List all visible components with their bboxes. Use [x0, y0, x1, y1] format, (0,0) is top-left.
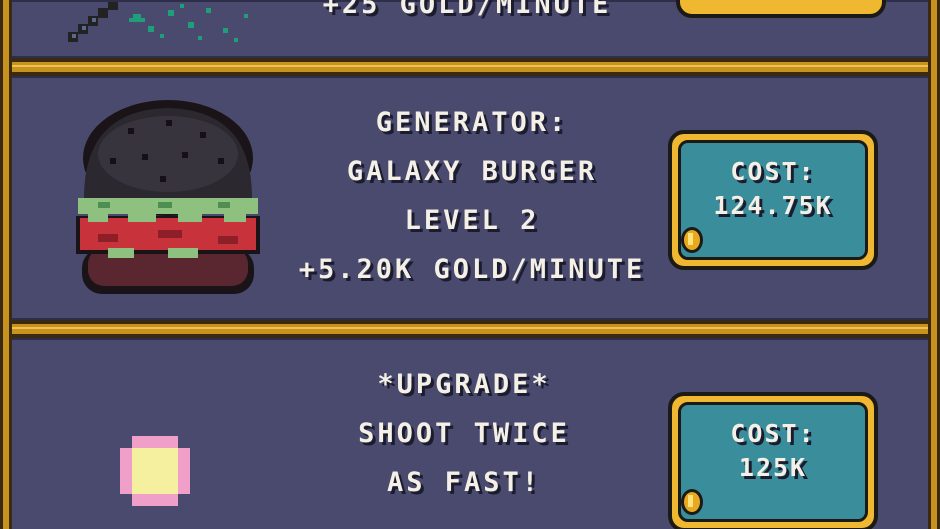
galaxy-burger-icon [76, 100, 260, 294]
upgrade-buy-button[interactable]: COST: 125K [668, 392, 878, 529]
upgrade-cost-display: COST: 125K [678, 402, 868, 522]
upgrade-line-1: SHOOT TWICE [358, 418, 570, 449]
generator-level: LEVEL 2 [404, 205, 540, 236]
gold-coin-icon [681, 489, 703, 515]
upgrade-cost-label: COST: [730, 419, 816, 448]
glowing-shot-icon [120, 436, 190, 506]
generator-name: GALAXY BURGER [346, 156, 598, 187]
shop-item-generator: GENERATOR: GALAXY BURGER LEVEL 2 +5.20K … [12, 76, 928, 320]
shop-item-top: +25 GOLD/MINUTE [12, 0, 928, 58]
upgrade-heading: *UPGRADE* [377, 369, 551, 400]
generator-heading: GENERATOR: [375, 107, 569, 138]
green-sparkles [129, 4, 248, 42]
upgrade-line-2: AS FAST! [386, 467, 542, 498]
separator-1 [12, 58, 928, 76]
laser-wand-icon [68, 2, 248, 42]
generator-cost-label: COST: [730, 157, 816, 186]
top-item-text: +25 GOLD/MINUTE [267, 0, 667, 29]
shop-item-upgrade: *UPGRADE* SHOOT TWICE AS FAST! COST: 125… [12, 338, 928, 529]
top-item-cost-button[interactable] [676, 0, 886, 18]
generator-cost-value: 124.75K [713, 191, 833, 220]
gold-coin-icon [681, 227, 703, 253]
top-item-line: +25 GOLD/MINUTE [322, 0, 612, 20]
generator-cost-display: COST: 124.75K [678, 140, 868, 260]
frame-right-rail [928, 0, 940, 529]
upgrade-cost-value: 125K [738, 453, 808, 482]
generator-description: GENERATOR: GALAXY BURGER LEVEL 2 +5.20K … [252, 98, 692, 294]
frame-left-rail [0, 0, 12, 529]
generator-buy-button[interactable]: COST: 124.75K [668, 130, 878, 270]
generator-rate: +5.20K GOLD/MINUTE [298, 254, 646, 285]
upgrade-description: *UPGRADE* SHOOT TWICE AS FAST! [244, 360, 684, 507]
separator-2 [12, 320, 928, 338]
wand-highlight [72, 18, 96, 38]
